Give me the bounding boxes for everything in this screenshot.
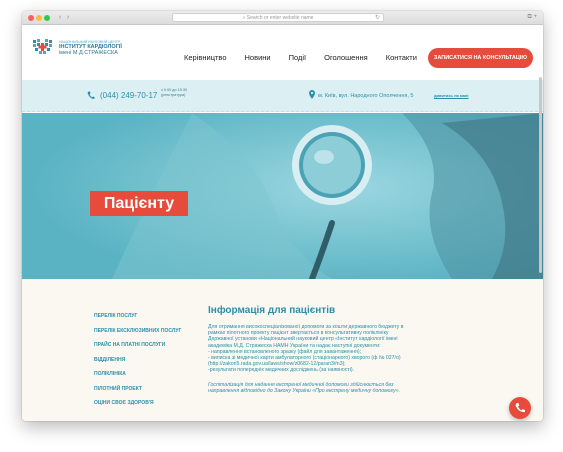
patient-info-article: Інформація для пацієнтів Для отримання в… [208, 305, 448, 394]
article-note: Госпіталізація для надання екстреної мед… [208, 382, 448, 394]
heart-logo-icon[interactable] [32, 38, 54, 56]
sidebar-item-price-list[interactable]: ПРАЙС НА ПЛАТНІ ПОСЛУГИ [94, 342, 181, 348]
phone-number[interactable]: (044) 249-70-17 [100, 91, 157, 100]
address-bar[interactable]: ⌕ Search or enter website name ↻ [172, 13, 384, 22]
nav-item-events[interactable]: Події [289, 53, 307, 62]
sidebar-item-health-check[interactable]: ОЦІНИ СВОЄ ЗДОРОВ'Я [94, 400, 181, 406]
contact-info-bar: (044) 249-70-17 з 9.00 до 15.30 (реєстра… [22, 80, 543, 112]
article-line: - виписка зі медичної карти амбулаторног… [208, 355, 401, 362]
main-nav: Керівництво Новини Події Оголошення Конт… [184, 53, 435, 62]
address-placeholder: Search or enter website name [246, 15, 314, 21]
reload-icon[interactable]: ↻ [375, 14, 380, 22]
phone-icon [515, 403, 525, 413]
back-arrow-icon[interactable]: ‹ [56, 14, 64, 22]
sidebar-item-pilot-project[interactable]: ПІЛОТНИЙ ПРОЕКТ [94, 386, 181, 392]
page-content: ПЕРЕЛІК ПОСЛУГ ПЕРЕЛІК ЕКСКЛЮЗИВНИХ ПОСЛ… [22, 279, 543, 421]
nav-item-news[interactable]: Новини [245, 53, 271, 62]
article-line: - направлення встановленого зразку (файл… [208, 348, 362, 355]
consultation-signup-button[interactable]: ЗАПИСАТИСЯ НА КОНСУЛЬТАЦІЮ [428, 48, 533, 68]
page-scrollbar[interactable] [539, 77, 542, 273]
view-on-map-link[interactable]: дивитись на мапі [434, 93, 469, 98]
article-line: Для отримання високоспеціалізованої допо… [208, 324, 404, 330]
location-pin-icon [309, 90, 315, 99]
close-window-button[interactable] [28, 15, 34, 21]
article-body: Для отримання високоспеціалізованої допо… [208, 324, 448, 374]
article-note-line: Госпіталізація для надання екстреної мед… [208, 381, 394, 388]
article-line: Державної установи «Національний наукови… [208, 336, 398, 343]
article-line: -результати попередніх медичних дослідже… [208, 367, 355, 374]
forward-arrow-icon[interactable]: › [64, 14, 72, 22]
registry-label: (реєстратура) [161, 93, 186, 97]
tabs-icon[interactable]: ⧉ + [528, 14, 537, 21]
article-title: Інформація для пацієнтів [208, 305, 336, 316]
nav-item-announcements[interactable]: Оголошення [324, 53, 368, 62]
article-link[interactable]: (http://zakon5.rada.gov.ua/laws/show/z06… [208, 361, 346, 367]
sidebar-item-polyclinic[interactable]: ПОЛІКЛІНІКА [94, 371, 181, 377]
nav-item-management[interactable]: Керівництво [184, 53, 227, 62]
browser-toolbar: ‹ › ⌕ Search or enter website name ↻ ⧉ + [22, 11, 543, 25]
logo-sub-text: імені М.Д.СТРАЖЕСКА [59, 50, 118, 56]
site-header: НАЦІОНАЛЬНИЙ НАУКОВИЙ ЦЕНТР ІНСТИТУТ КАР… [22, 25, 543, 69]
address-text: м. Київ, вул. Народного Ополчення, 5 [318, 93, 414, 99]
call-button[interactable] [509, 397, 531, 419]
article-line: академіка М.Д. Стражеска НАМН України та… [208, 342, 381, 349]
logo-text[interactable]: НАЦІОНАЛЬНИЙ НАУКОВИЙ ЦЕНТР ІНСТИТУТ КАР… [59, 40, 122, 56]
website: НАЦІОНАЛЬНИЙ НАУКОВИЙ ЦЕНТР ІНСТИТУТ КАР… [22, 25, 543, 421]
phone-icon [87, 91, 95, 99]
minimize-window-button[interactable] [36, 15, 42, 21]
sidebar-item-services[interactable]: ПЕРЕЛІК ПОСЛУГ [94, 313, 181, 319]
patient-sidebar-menu: ПЕРЕЛІК ПОСЛУГ ПЕРЕЛІК ЕКСКЛЮЗИВНИХ ПОСЛ… [94, 313, 181, 415]
registry-hours: з 9.00 до 15.30 (реєстратура) [161, 88, 187, 98]
maximize-window-button[interactable] [44, 15, 50, 21]
browser-window: ‹ › ⌕ Search or enter website name ↻ ⧉ + [22, 11, 543, 421]
hero-banner: Пацієнту [22, 113, 543, 279]
article-note-line: направлення відповідно до Закону України… [208, 387, 401, 394]
sidebar-item-exclusive-services[interactable]: ПЕРЕЛІК ЕКСКЛЮЗИВНИХ ПОСЛУГ [94, 328, 181, 334]
sidebar-item-departments[interactable]: ВІДДІЛЕННЯ [94, 357, 181, 363]
nav-item-contacts[interactable]: Контакти [386, 53, 417, 62]
page-title: Пацієнту [90, 191, 188, 216]
